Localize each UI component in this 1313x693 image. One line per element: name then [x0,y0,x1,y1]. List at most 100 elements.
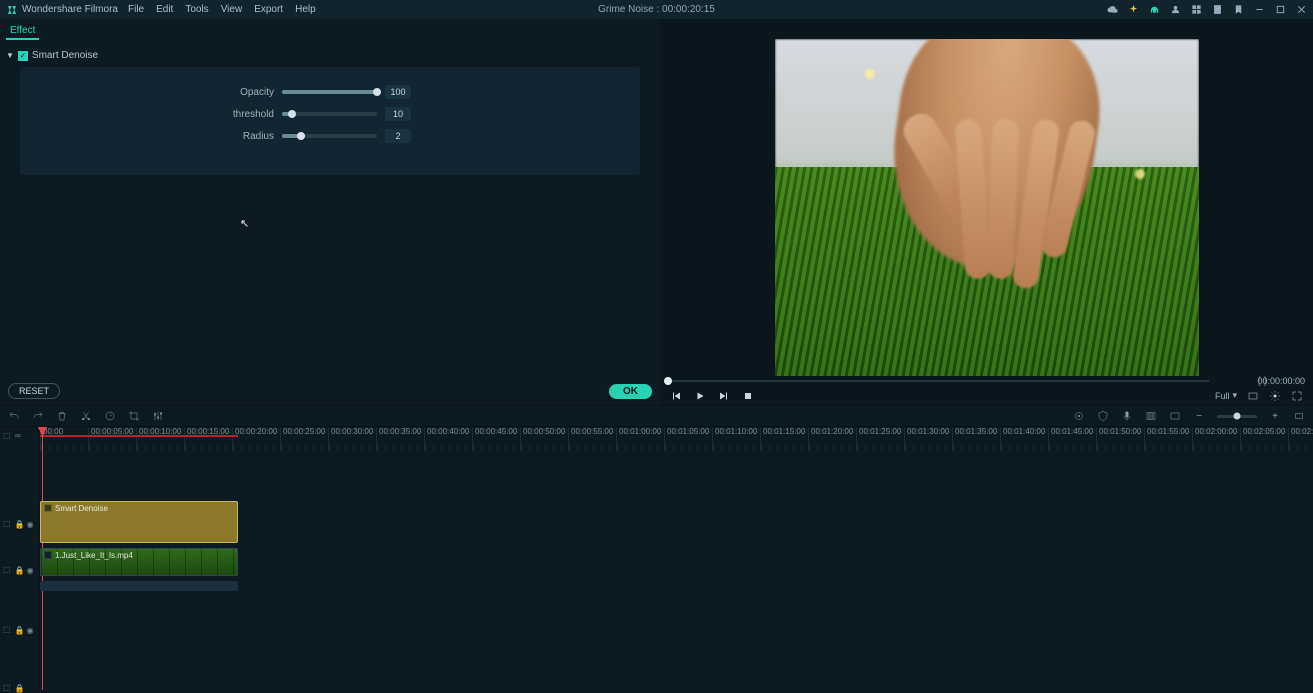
prev-frame-button[interactable] [670,390,682,402]
menu-file[interactable]: File [128,4,144,15]
mic-button[interactable] [1121,410,1133,422]
ruler-tick: 00:02:10:00 [1288,427,1313,451]
delete-button[interactable] [56,410,68,422]
ruler-tick: 00:01:45:00 [1048,427,1096,451]
chevron-down-icon: ▾ [1232,390,1237,401]
ruler-tick: 00:00:40:00 [424,427,472,451]
effect-enable-checkbox[interactable]: ✓ [18,51,28,61]
ruler-tick: 00:00:35:00 [376,427,424,451]
ruler-tick: 00:00:20:00 [232,427,280,451]
ruler-tick: 00:01:25:00 [856,427,904,451]
menu-export[interactable]: Export [254,4,283,15]
undo-button[interactable] [8,410,20,422]
video-clip-label: 1.Just_Like_It_Is.mp4 [55,551,133,560]
next-frame-button[interactable] [718,390,730,402]
track-head-video[interactable]: ⬚🔒◉ [0,565,40,574]
lock-icon[interactable]: 🔒 [15,520,23,528]
opacity-value[interactable]: 100 [385,85,411,99]
ruler-tick: 00:00:45:00 [472,427,520,451]
effect-header[interactable]: ▼ ✓ Smart Denoise [0,40,660,67]
project-title: Grime Noise : 00:00:20:15 [598,4,715,15]
menu-edit[interactable]: Edit [156,4,173,15]
ruler-tick: 00:00 [40,427,88,451]
magnet-icon[interactable]: ⬚ [3,431,11,439]
menu-view[interactable]: View [221,4,243,15]
redo-button[interactable] [32,410,44,422]
ruler-tick: 00:00:50:00 [520,427,568,451]
ruler-tick: 00:01:20:00 [808,427,856,451]
preview-video[interactable] [775,39,1199,376]
eye-icon[interactable]: ◉ [27,520,35,528]
notes-icon[interactable] [1211,4,1223,16]
threshold-slider[interactable] [282,112,377,116]
stop-button[interactable] [742,390,754,402]
timeline-effect-clip[interactable]: Smart Denoise [40,501,238,543]
split-button[interactable] [80,410,92,422]
effect-panel: Effect ▼ ✓ Smart Denoise Opacity 100 thr… [0,19,660,405]
transport-bar: Full▾ [660,386,1313,405]
menubar-right [1106,4,1307,16]
radius-slider[interactable] [282,134,377,138]
zoom-in-button[interactable]: + [1269,410,1281,422]
track-head-extra[interactable]: ⬚🔒 [0,683,40,692]
ruler-tick: 00:00:30:00 [328,427,376,451]
track-head-audio[interactable]: ⬚🔒◉ [0,625,40,634]
track-head-column: ⬚ ∞ ⬚🔒◉ ⬚🔒◉ ⬚🔒◉ ⬚🔒 [0,427,40,690]
reset-button[interactable]: RESET [8,383,60,399]
minimize-icon[interactable] [1253,4,1265,16]
timeline-video-clip[interactable]: 1.Just_Like_It_Is.mp4 [40,548,238,576]
effect-name: Smart Denoise [32,50,98,61]
threshold-label: threshold [34,109,274,120]
snapshot-button[interactable] [1247,390,1259,402]
link-icon[interactable]: ∞ [15,431,23,439]
ruler-tick: 00:00:25:00 [280,427,328,451]
ruler-tick: 00:01:40:00 [1000,427,1048,451]
ruler-tick: 00:00:10:00 [136,427,184,451]
radius-value[interactable]: 2 [385,129,411,143]
timeline-audio-clip[interactable] [40,581,238,591]
maximize-icon[interactable] [1274,4,1286,16]
preview-stage [660,19,1313,376]
bookmark-icon[interactable] [1232,4,1244,16]
speed-button[interactable] [104,410,116,422]
zoom-out-button[interactable]: − [1193,410,1205,422]
account-icon[interactable] [1169,4,1181,16]
fullscreen-icon[interactable] [1291,390,1303,402]
zoom-slider[interactable] [1217,415,1257,418]
render-button[interactable] [1169,410,1181,422]
scrub-bar: { } 00:00:00:00 [660,376,1313,386]
close-icon[interactable] [1295,4,1307,16]
play-button[interactable] [694,390,706,402]
clip-range-indicator [40,435,238,437]
track-area[interactable]: Smart Denoise 1.Just_Like_It_Is.mp4 [40,451,1313,690]
ruler-tick: 00:01:35:00 [952,427,1000,451]
menu-help[interactable]: Help [295,4,316,15]
tab-effect[interactable]: Effect [6,23,39,40]
quality-dropdown[interactable]: Full▾ [1215,390,1237,401]
scrub-track[interactable] [668,380,1209,382]
zoom-fit-button[interactable] [1293,410,1305,422]
sparkle-icon[interactable] [1127,4,1139,16]
effect-tab-bar: Effect [0,19,660,40]
mixer-button[interactable] [1145,410,1157,422]
opacity-slider[interactable] [282,90,377,94]
crop-button[interactable] [128,410,140,422]
time-ruler[interactable]: 00:0000:00:05:0000:00:10:0000:00:15:0000… [40,427,1313,451]
marker-button[interactable] [1073,410,1085,422]
cloud-icon[interactable] [1106,4,1118,16]
threshold-value[interactable]: 10 [385,107,411,121]
chevron-down-icon: ▼ [6,51,14,60]
effect-clip-label: Smart Denoise [55,504,108,513]
settings-icon[interactable] [1269,390,1281,402]
ok-button[interactable]: OK [609,384,652,399]
effect-card: Opacity 100 threshold 10 Radius 2 [20,67,640,175]
adjust-button[interactable] [152,410,164,422]
headphones-icon[interactable] [1148,4,1160,16]
menu-tools[interactable]: Tools [185,4,208,15]
grid-icon[interactable] [1190,4,1202,16]
timeline: ⬚ ∞ ⬚🔒◉ ⬚🔒◉ ⬚🔒◉ ⬚🔒 00:0000:00:05:0000:00… [0,427,1313,690]
shield-button[interactable] [1097,410,1109,422]
opacity-label: Opacity [34,87,274,98]
track-head-effect[interactable]: ⬚🔒◉ [0,519,40,528]
ruler-tick: 00:00:55:00 [568,427,616,451]
